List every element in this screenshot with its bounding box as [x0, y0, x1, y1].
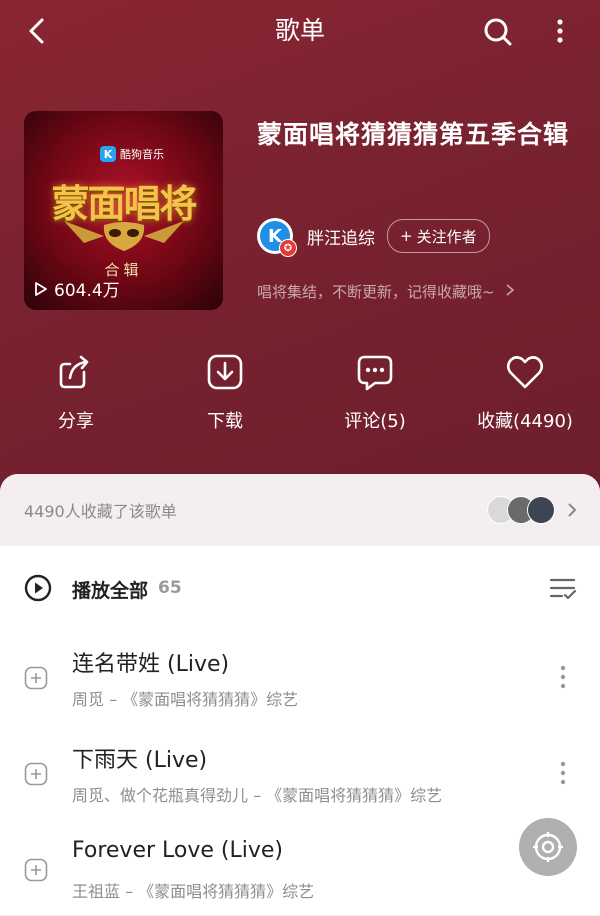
multi-select-icon[interactable]: [548, 574, 578, 602]
mask-wings-icon: [64, 221, 184, 251]
top-bar: 歌单: [0, 0, 600, 62]
playlist-cover[interactable]: K 酷狗音乐 蒙面唱将 合辑 604.4万: [24, 111, 223, 310]
share-icon: [59, 355, 89, 389]
play-all-label: 播放全部: [72, 580, 149, 602]
heart-icon: [506, 356, 544, 389]
comment-button[interactable]: 评论(5): [310, 352, 440, 433]
chevron-right-icon: [506, 284, 515, 296]
description-text: 唱将集结，不断更新，记得收藏哦~: [257, 283, 495, 301]
collector-avatars: [487, 496, 557, 524]
playlist-description[interactable]: 唱将集结，不断更新，记得收藏哦~: [257, 281, 515, 302]
add-icon[interactable]: [24, 762, 48, 786]
add-icon[interactable]: [24, 666, 48, 690]
song-subtitle: 周觅、做个花瓶真得劲儿 – 《蒙面唱将猜猜猜》综艺: [72, 786, 443, 805]
play-circle-icon: [24, 574, 52, 602]
more-vertical-icon[interactable]: [556, 662, 570, 692]
song-title: 连名带姓 (Live): [72, 652, 230, 677]
collector-avatar: [527, 496, 555, 524]
plus-icon: +: [400, 227, 413, 245]
star-badge-icon: ✪: [279, 239, 297, 257]
action-row: 分享 下载 评论(5) 收藏(4490): [0, 352, 600, 432]
avatar[interactable]: K ✪: [257, 218, 297, 257]
play-count: 604.4万: [34, 276, 120, 301]
cover-brand-text: 酷狗音乐: [120, 148, 164, 161]
song-list-sheet: 4490人收藏了该歌单 播放全部 65 连名带姓 (Live) 周觅 – 《蒙面…: [0, 474, 600, 915]
song-row[interactable]: 连名带姓 (Live) 周觅 – 《蒙面唱将猜猜猜》综艺: [0, 628, 600, 724]
playlist-title: 蒙面唱将猜猜猜第五季合辑: [257, 120, 570, 149]
song-row[interactable]: Forever Love (Live) 王祖蓝 – 《蒙面唱将猜猜猜》综艺: [0, 820, 600, 916]
comment-label: 评论(5): [344, 411, 406, 432]
play-triangle-icon: [35, 281, 47, 296]
search-icon[interactable]: [482, 16, 514, 48]
kugou-logo-icon: K: [100, 146, 116, 162]
floating-assist-button[interactable]: [519, 818, 577, 876]
share-label: 分享: [58, 411, 94, 432]
song-subtitle: 王祖蓝 – 《蒙面唱将猜猜猜》综艺: [72, 882, 315, 901]
song-count: 65: [158, 578, 182, 598]
collectors-text: 4490人收藏了该歌单: [24, 502, 177, 521]
more-vertical-icon[interactable]: [556, 758, 570, 788]
play-count-value: 604.4万: [54, 281, 120, 301]
song-subtitle: 周觅 – 《蒙面唱将猜猜猜》综艺: [72, 690, 299, 709]
favorite-label: 收藏(4490): [477, 411, 573, 432]
chevron-right-icon: [568, 503, 577, 517]
play-all-row[interactable]: 播放全部 65: [0, 546, 600, 628]
more-vertical-icon[interactable]: [548, 14, 572, 48]
song-title: Forever Love (Live): [72, 838, 283, 863]
song-title: 下雨天 (Live): [72, 748, 208, 773]
author-row: K ✪ 胖汪追综 + 关注作者: [257, 218, 490, 257]
download-label: 下载: [207, 411, 243, 432]
author-name[interactable]: 胖汪追综: [307, 224, 375, 249]
add-icon[interactable]: [24, 858, 48, 882]
cover-brand: K 酷狗音乐: [96, 144, 170, 164]
follow-label: 关注作者: [416, 227, 477, 246]
download-button[interactable]: 下载: [160, 352, 290, 433]
collectors-row[interactable]: 4490人收藏了该歌单: [0, 474, 600, 546]
target-icon: [533, 832, 563, 862]
share-button[interactable]: 分享: [11, 352, 141, 433]
comment-icon: [357, 355, 393, 391]
song-row[interactable]: 下雨天 (Live) 周觅、做个花瓶真得劲儿 – 《蒙面唱将猜猜猜》综艺: [0, 724, 600, 820]
favorite-button[interactable]: 收藏(4490): [460, 352, 590, 433]
follow-author-button[interactable]: + 关注作者: [387, 219, 490, 253]
download-icon: [207, 354, 243, 390]
